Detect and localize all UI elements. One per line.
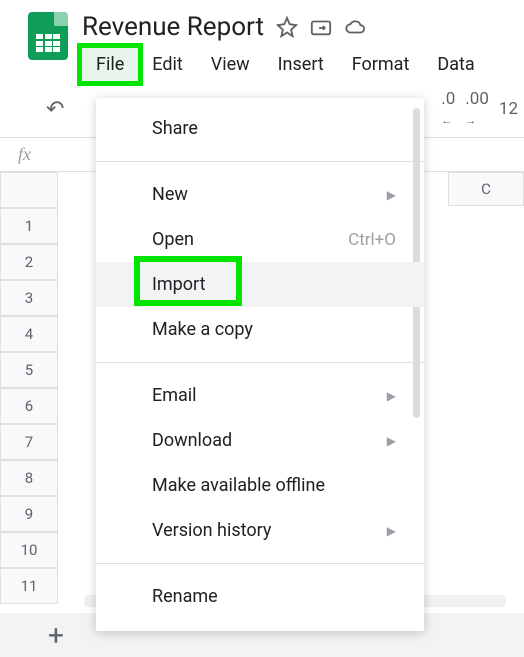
row-header[interactable]: 8 — [0, 460, 58, 496]
move-folder-icon[interactable] — [310, 16, 332, 38]
row-header[interactable]: 10 — [0, 532, 58, 568]
menu-item-import[interactable]: Import — [96, 262, 424, 307]
menu-edit[interactable]: Edit — [138, 48, 196, 81]
menu-item-share[interactable]: Share — [96, 106, 424, 151]
menu-divider — [96, 362, 424, 363]
column-header-c[interactable]: C — [448, 172, 524, 206]
menu-item-version-history[interactable]: Version history▶ — [96, 508, 424, 553]
menu-data[interactable]: Data — [423, 48, 488, 81]
star-icon[interactable] — [276, 16, 298, 38]
menu-item-make-copy[interactable]: Make a copy — [96, 307, 424, 352]
select-all-cell[interactable] — [0, 172, 58, 208]
menu-item-new[interactable]: New▶ — [96, 172, 424, 217]
row-header[interactable]: 11 — [0, 568, 58, 604]
menu-divider — [96, 563, 424, 564]
shortcut-label: Ctrl+O — [348, 230, 396, 250]
menu-item-offline[interactable]: Make available offline — [96, 463, 424, 508]
menu-view[interactable]: View — [197, 48, 264, 81]
sheets-logo-icon[interactable] — [28, 12, 68, 60]
submenu-arrow-icon: ▶ — [387, 434, 396, 448]
menu-divider — [96, 161, 424, 162]
row-header[interactable]: 9 — [0, 496, 58, 532]
submenu-arrow-icon: ▶ — [387, 389, 396, 403]
undo-icon[interactable]: ↶ — [46, 97, 64, 122]
add-sheet-button[interactable]: + — [48, 619, 64, 652]
menu-item-open[interactable]: OpenCtrl+O — [96, 217, 424, 262]
menu-file[interactable]: File — [82, 48, 138, 81]
menu-item-email[interactable]: Email▶ — [96, 373, 424, 418]
document-title[interactable]: Revenue Report — [82, 12, 264, 42]
menu-insert[interactable]: Insert — [264, 48, 338, 81]
submenu-arrow-icon: ▶ — [387, 524, 396, 538]
row-header[interactable]: 4 — [0, 316, 58, 352]
row-header[interactable]: 6 — [0, 388, 58, 424]
menu-item-rename[interactable]: Rename — [96, 574, 424, 619]
row-header[interactable]: 1 — [0, 208, 58, 244]
cloud-status-icon[interactable] — [344, 16, 366, 38]
submenu-arrow-icon: ▶ — [387, 188, 396, 202]
formula-bar-label: fx — [0, 144, 49, 165]
menu-item-download[interactable]: Download▶ — [96, 418, 424, 463]
menu-format[interactable]: Format — [338, 48, 424, 81]
row-header[interactable]: 7 — [0, 424, 58, 460]
row-header[interactable]: 5 — [0, 352, 58, 388]
increase-decimal-button[interactable]: .00→ — [465, 89, 489, 129]
decrease-decimal-button[interactable]: .0← — [441, 89, 455, 129]
row-header[interactable]: 3 — [0, 280, 58, 316]
file-menu-dropdown: Share New▶ OpenCtrl+O Import Make a copy… — [96, 98, 424, 631]
font-size-value[interactable]: 12 — [499, 99, 518, 119]
row-header[interactable]: 2 — [0, 244, 58, 280]
